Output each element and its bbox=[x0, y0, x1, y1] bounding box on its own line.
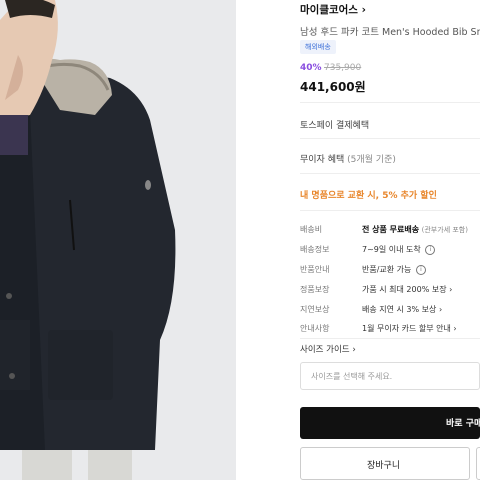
delivery-info-text: 7~9일 이내 도착 bbox=[362, 245, 421, 254]
divider bbox=[300, 173, 480, 174]
size-select[interactable]: 사이즈를 선택해 주세요. bbox=[300, 362, 480, 390]
add-to-cart-label: 장바구니 bbox=[367, 461, 401, 471]
trade-in-discount[interactable]: 내 명품으로 교환 시, 5% 추가 할인 bbox=[300, 188, 437, 201]
model-wearing-parka-illustration bbox=[0, 0, 236, 480]
original-price: 735,900 bbox=[324, 63, 362, 73]
divider bbox=[300, 338, 480, 339]
info-icon[interactable]: i bbox=[425, 244, 436, 255]
divider bbox=[300, 102, 480, 103]
chevron-right-icon: › bbox=[352, 345, 356, 355]
buy-now-label: 바로 구매 bbox=[446, 419, 480, 429]
return-info-text: 반품/교환 가능 bbox=[362, 265, 412, 274]
add-to-cart-button[interactable]: 장바구니 bbox=[300, 447, 470, 480]
divider bbox=[300, 138, 480, 139]
overseas-shipping-badge: 해외배송 bbox=[300, 40, 336, 54]
notice-label: 안내사항 bbox=[300, 324, 330, 333]
return-info-label: 반품안내 bbox=[300, 265, 330, 274]
authenticity-text: 가품 시 최대 200% 보장 bbox=[362, 285, 447, 294]
delay-comp-value[interactable]: 배송 지연 시 3% 보상 › bbox=[362, 304, 442, 315]
sale-price: 441,600원 bbox=[300, 80, 366, 94]
product-image bbox=[0, 0, 236, 480]
panel-gutter bbox=[236, 0, 300, 480]
info-icon[interactable]: i bbox=[415, 264, 426, 275]
size-select-placeholder: 사이즈를 선택해 주세요. bbox=[311, 372, 393, 381]
shipping-fee-note: (관부가세 포함) bbox=[421, 226, 468, 234]
authenticity-label: 정품보장 bbox=[300, 285, 330, 294]
buy-now-button[interactable]: 바로 구매 bbox=[300, 407, 480, 439]
chevron-right-icon: › bbox=[449, 285, 453, 294]
divider bbox=[300, 210, 480, 211]
size-guide-link[interactable]: 사이즈 가이드 › bbox=[300, 343, 356, 355]
brand-name: 마이클코어스 bbox=[300, 4, 358, 16]
authenticity-value[interactable]: 가품 시 최대 200% 보장 › bbox=[362, 284, 452, 295]
delivery-info-label: 배송정보 bbox=[300, 245, 330, 254]
delay-comp-label: 지연보상 bbox=[300, 305, 330, 314]
shipping-fee-value: 전 상품 무료배송 (관부가세 포함) bbox=[362, 224, 468, 235]
shipping-fee-text: 전 상품 무료배송 bbox=[362, 225, 420, 234]
interest-free-sub: (5개월 기준) bbox=[347, 155, 396, 165]
chevron-right-icon: › bbox=[438, 305, 443, 314]
chevron-right-icon: › bbox=[361, 4, 366, 16]
chevron-right-icon: › bbox=[453, 324, 457, 333]
delivery-info-value[interactable]: 7~9일 이내 도착 i bbox=[362, 244, 436, 255]
discount-rate: 40% bbox=[300, 63, 322, 73]
tosspay-benefit[interactable]: 토스페이 결제혜택 bbox=[300, 118, 369, 131]
shipping-fee-label: 배송비 bbox=[300, 225, 323, 234]
size-guide-label: 사이즈 가이드 bbox=[300, 345, 350, 355]
delay-comp-text: 배송 지연 시 3% 보상 bbox=[362, 305, 437, 314]
product-title: 남성 후드 파카 코트 Men's Hooded Bib Sn bbox=[300, 27, 480, 38]
interest-free-benefit[interactable]: 무이자 혜택 (5개월 기준) bbox=[300, 152, 396, 165]
brand-link[interactable]: 마이클코어스 › bbox=[300, 2, 366, 17]
interest-free-label: 무이자 혜택 bbox=[300, 155, 345, 165]
return-info-value[interactable]: 반품/교환 가능 i bbox=[362, 264, 426, 275]
notice-text: 1월 무이자 카드 할부 안내 bbox=[362, 324, 451, 333]
notice-value[interactable]: 1월 무이자 카드 할부 안내 › bbox=[362, 323, 457, 334]
secondary-action-button[interactable] bbox=[476, 447, 480, 480]
